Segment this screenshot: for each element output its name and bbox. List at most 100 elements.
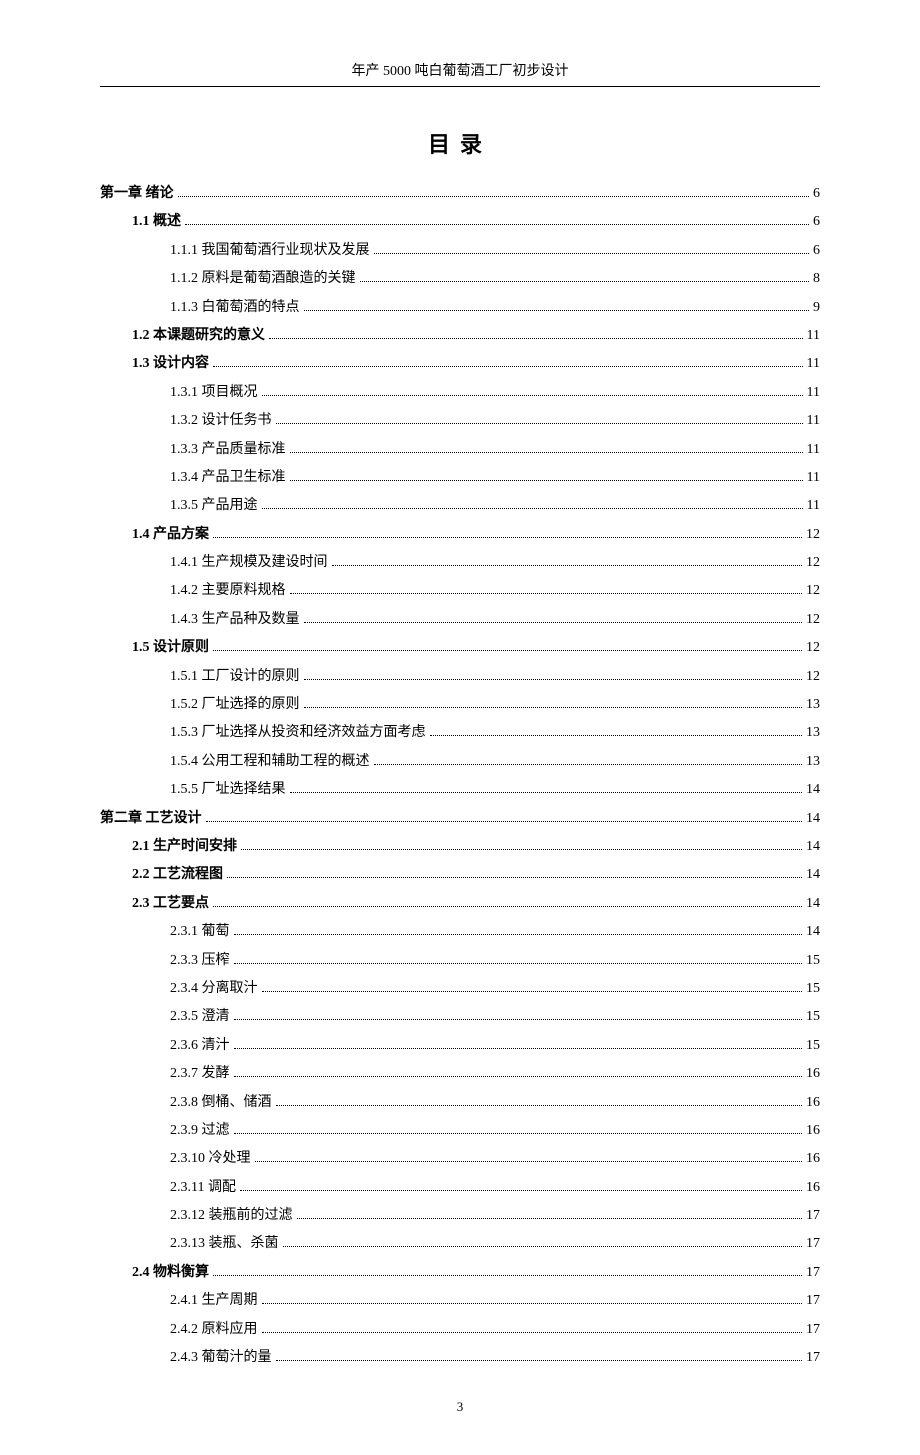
toc-entry: 1.3.5 产品用途11 [100, 495, 820, 517]
toc-leader [276, 423, 803, 424]
toc-leader [269, 338, 803, 339]
toc-entry-label: 1.4 产品方案 [132, 524, 209, 546]
toc-entry-label: 2.3.1 葡萄 [170, 921, 230, 943]
toc-leader [185, 224, 809, 225]
toc-entry-label: 1.3.4 产品卫生标准 [170, 467, 286, 489]
toc-leader [255, 1161, 803, 1162]
toc-leader [262, 508, 803, 509]
toc-entry-label: 1.5.3 厂址选择从投资和经济效益方面考虑 [170, 722, 426, 744]
toc-entry-label: 2.3.11 调配 [170, 1177, 236, 1199]
toc-entry-label: 1.4.1 生产规模及建设时间 [170, 552, 328, 574]
toc-entry-label: 2.3.13 装瓶、杀菌 [170, 1233, 279, 1255]
toc-entry: 2.3 工艺要点 14 [100, 893, 820, 915]
toc-entry: 1.1.1 我国葡萄酒行业现状及发展6 [100, 240, 820, 262]
toc-entry-label: 2.4.3 葡萄汁的量 [170, 1347, 272, 1369]
toc-entry-page: 12 [806, 580, 820, 602]
toc-entry-label: 1.4.2 主要原料规格 [170, 580, 286, 602]
toc-entry-label: 1.3 设计内容 [132, 353, 209, 375]
toc-entry-label: 2.3.7 发酵 [170, 1063, 230, 1085]
toc-entry-page: 17 [806, 1319, 820, 1341]
toc-leader [262, 991, 803, 992]
toc-entry: 1.5.1 工厂设计的原则 12 [100, 666, 820, 688]
toc-entry: 2.3.7 发酵16 [100, 1063, 820, 1085]
toc-entry-label: 1.2 本课题研究的意义 [132, 325, 265, 347]
toc-entry-label: 2.4.1 生产周期 [170, 1290, 258, 1312]
toc-entry: 2.4.3 葡萄汁的量17 [100, 1347, 820, 1369]
toc-entry-label: 1.5.2 厂址选择的原则 [170, 694, 300, 716]
toc-entry-page: 14 [806, 893, 820, 915]
toc-entry: 2.2 工艺流程图14 [100, 864, 820, 886]
toc-title: 目录 [100, 127, 820, 159]
toc-entry: 2.3.10 冷处理 16 [100, 1148, 820, 1170]
toc-entry-label: 2.3.9 过滤 [170, 1120, 230, 1142]
toc-leader [213, 1275, 802, 1276]
toc-entry-label: 2.3.10 冷处理 [170, 1148, 251, 1170]
toc-entry-label: 2.3.5 澄清 [170, 1006, 230, 1028]
toc-entry-page: 11 [807, 467, 820, 489]
toc-leader [234, 1048, 803, 1049]
toc-entry-page: 15 [806, 1035, 820, 1057]
toc-entry: 1.2 本课题研究的意义11 [100, 325, 820, 347]
toc-leader [234, 963, 803, 964]
toc-entry-page: 14 [806, 836, 820, 858]
toc-leader [276, 1360, 803, 1361]
toc-leader [213, 366, 803, 367]
toc-entry: 1.5.5 厂址选择结果14 [100, 779, 820, 801]
toc-entry: 第二章 工艺设计14 [100, 808, 820, 830]
toc-entry-page: 12 [806, 666, 820, 688]
toc-entry-page: 15 [806, 950, 820, 972]
toc-entry-page: 17 [806, 1262, 820, 1284]
toc-entry-page: 16 [806, 1120, 820, 1142]
toc-entry-label: 2.1 生产时间安排 [132, 836, 237, 858]
toc-entry-page: 13 [806, 751, 820, 773]
toc-container: 第一章 绪论61.1 概述61.1.1 我国葡萄酒行业现状及发展61.1.2 原… [100, 183, 820, 1369]
toc-entry: 1.5.4 公用工程和辅助工程的概述 13 [100, 751, 820, 773]
toc-leader [304, 310, 810, 311]
toc-entry-page: 16 [806, 1148, 820, 1170]
toc-entry: 1.3 设计内容 11 [100, 353, 820, 375]
toc-leader [304, 622, 803, 623]
toc-entry: 1.4.1 生产规模及建设时间 12 [100, 552, 820, 574]
toc-entry: 第一章 绪论6 [100, 183, 820, 205]
toc-entry-page: 11 [807, 410, 820, 432]
toc-entry-page: 11 [807, 353, 820, 375]
toc-entry: 2.3.8 倒桶、储酒16 [100, 1092, 820, 1114]
toc-entry: 2.3.4 分离取汁15 [100, 978, 820, 1000]
toc-entry-label: 2.4 物料衡算 [132, 1262, 209, 1284]
toc-entry-page: 12 [806, 609, 820, 631]
toc-entry-label: 2.2 工艺流程图 [132, 864, 223, 886]
toc-leader [290, 480, 803, 481]
toc-leader [213, 650, 802, 651]
toc-entry-label: 1.3.5 产品用途 [170, 495, 258, 517]
toc-entry-label: 2.3 工艺要点 [132, 893, 209, 915]
toc-leader [290, 792, 803, 793]
toc-entry-label: 1.5.4 公用工程和辅助工程的概述 [170, 751, 370, 773]
toc-entry: 1.5.2 厂址选择的原则13 [100, 694, 820, 716]
toc-leader [213, 537, 802, 538]
toc-entry: 2.3.5 澄清 15 [100, 1006, 820, 1028]
toc-entry-label: 2.3.3 压榨 [170, 950, 230, 972]
toc-entry-label: 1.1.3 白葡萄酒的特点 [170, 297, 300, 319]
toc-entry: 1.3.2 设计任务书 11 [100, 410, 820, 432]
toc-entry-label: 1.5.1 工厂设计的原则 [170, 666, 300, 688]
toc-entry-label: 1.3.2 设计任务书 [170, 410, 272, 432]
toc-leader [206, 821, 803, 822]
toc-entry-page: 12 [806, 552, 820, 574]
toc-entry-label: 1.4.3 生产品种及数量 [170, 609, 300, 631]
toc-entry: 1.3.3 产品质量标准11 [100, 439, 820, 461]
toc-leader [262, 1303, 803, 1304]
document-header: 年产 5000 吨白葡萄酒工厂初步设计 [100, 60, 820, 87]
toc-leader [241, 849, 802, 850]
toc-entry-page: 14 [806, 921, 820, 943]
toc-entry-label: 1.3.3 产品质量标准 [170, 439, 286, 461]
toc-entry: 2.3.12 装瓶前的过滤17 [100, 1205, 820, 1227]
toc-entry-page: 17 [806, 1290, 820, 1312]
toc-entry: 1.5 设计原则12 [100, 637, 820, 659]
toc-leader [227, 877, 802, 878]
toc-entry-page: 15 [806, 1006, 820, 1028]
toc-leader [213, 906, 802, 907]
toc-entry-label: 2.3.8 倒桶、储酒 [170, 1092, 272, 1114]
toc-entry: 1.1.2 原料是葡萄酒酿造的关键8 [100, 268, 820, 290]
toc-leader [234, 1133, 803, 1134]
page-number: 3 [100, 1399, 820, 1415]
